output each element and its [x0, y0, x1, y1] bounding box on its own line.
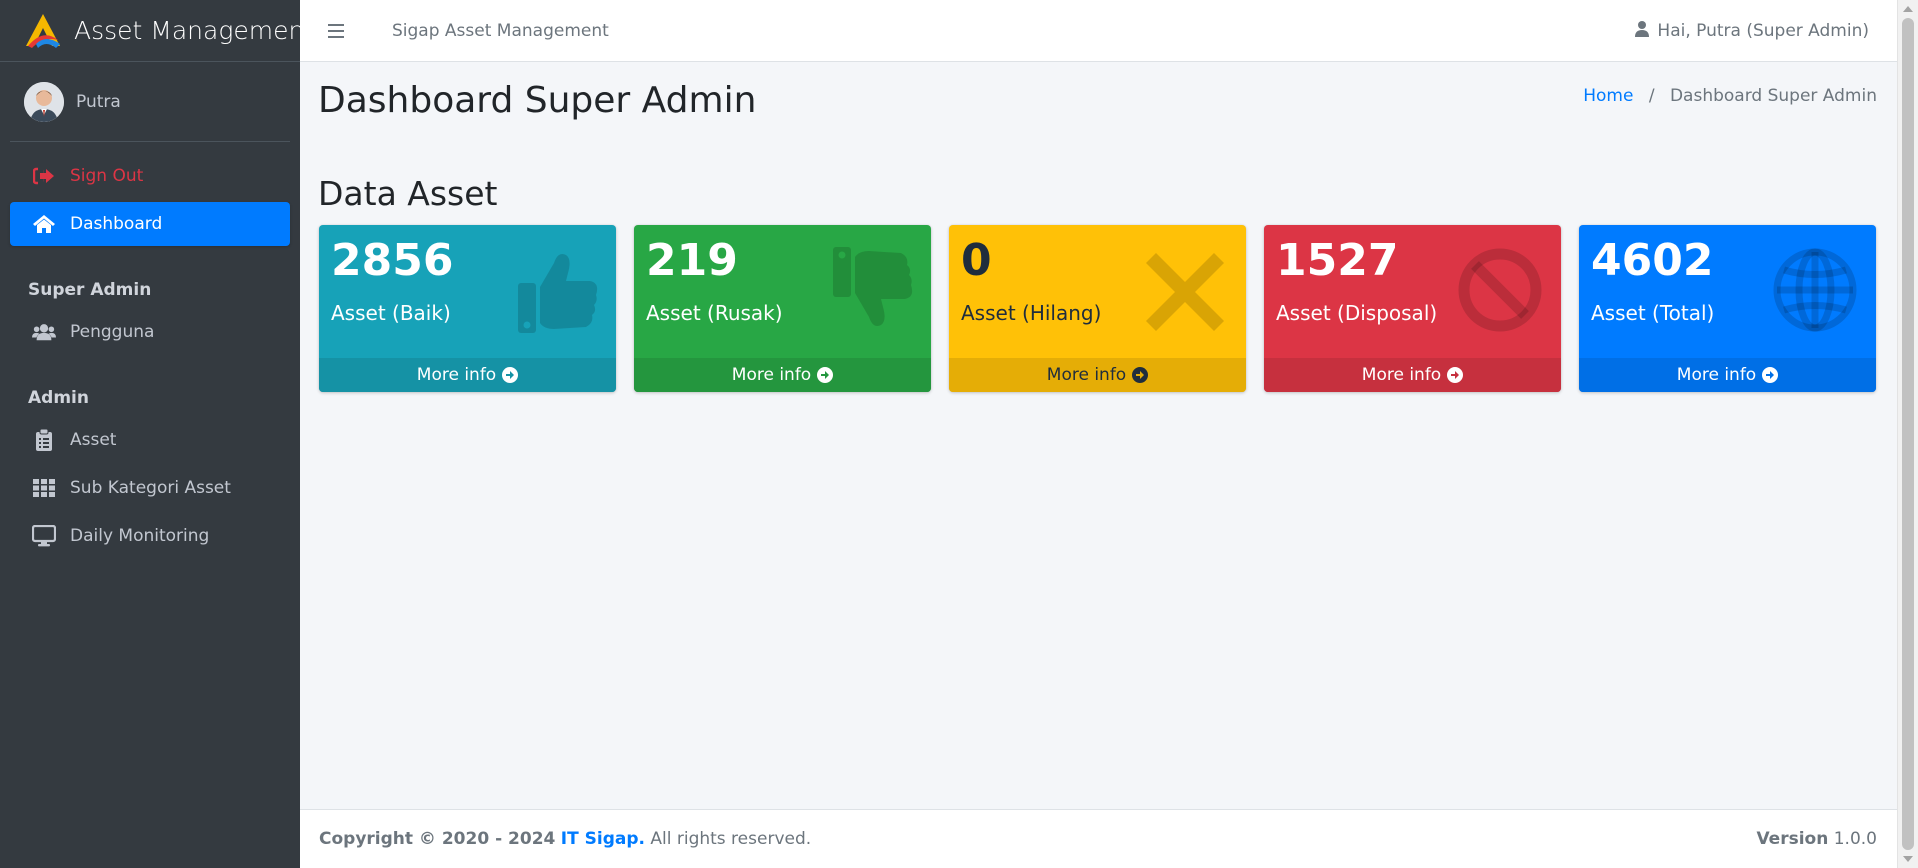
more-info-label: More info [1361, 365, 1442, 385]
sidebar-item-label: Dashboard [70, 214, 163, 234]
stat-label: Asset (Total) [1591, 301, 1715, 325]
footer-rights: All rights reserved. [650, 829, 812, 849]
brand[interactable]: Asset Managemen [0, 0, 300, 62]
sidebar-item-label: Pengguna [70, 322, 155, 342]
brand-logo-icon [26, 13, 60, 48]
more-info-link[interactable]: More info [634, 358, 931, 392]
top-user-label: Hai, Putra (Super Admin) [1657, 21, 1869, 41]
menu-toggle-icon[interactable] [328, 23, 344, 38]
user-icon [1635, 20, 1650, 42]
footer-copyright: Copyright © 2020 - 2024 [319, 829, 556, 849]
section-title: Data Asset [318, 174, 498, 213]
stat-value: 4602 [1591, 235, 1714, 286]
stat-label: Asset (Rusak) [646, 301, 783, 325]
arrow-circle-right-icon [1762, 367, 1779, 383]
sidebar-item-label: Sub Kategori Asset [70, 478, 231, 498]
sidebar-item-sub-kategori-asset[interactable]: Sub Kategori Asset [10, 466, 290, 510]
more-info-link[interactable]: More info [949, 358, 1246, 392]
stat-box-disposal: 1527 Asset (Disposal) More info [1264, 225, 1561, 392]
stat-box-baik: 2856 Asset (Baik) More info [319, 225, 616, 392]
sidebar-header-super-admin: Super Admin [28, 280, 152, 300]
stat-label: Asset (Baik) [331, 301, 451, 325]
scrollbar-thumb[interactable] [1902, 18, 1914, 850]
sidebar: Asset Managemen Putra Sign Out Dashboard… [0, 0, 300, 868]
sidebar-item-daily-monitoring[interactable]: Daily Monitoring [10, 514, 290, 558]
breadcrumb-separator: / [1648, 86, 1655, 106]
top-navbar: Sigap Asset Management Hai, Putra (Super… [300, 0, 1897, 62]
arrow-circle-right-icon [502, 367, 519, 383]
page-title: Dashboard Super Admin [318, 80, 757, 121]
more-info-label: More info [731, 365, 812, 385]
sidebar-item-label: Daily Monitoring [70, 526, 210, 546]
globe-icon [1773, 248, 1857, 332]
top-nav-title[interactable]: Sigap Asset Management [392, 21, 609, 41]
monitor-icon [32, 525, 56, 547]
breadcrumb: Home / Dashboard Super Admin [1583, 86, 1877, 106]
sidebar-item-label: Sign Out [70, 166, 144, 186]
arrow-circle-right-icon [817, 367, 834, 383]
sidebar-item-dashboard[interactable]: Dashboard [10, 202, 290, 246]
user-panel[interactable]: Putra [10, 62, 290, 142]
sidebar-header-admin: Admin [28, 388, 89, 408]
arrow-circle-right-icon [1132, 367, 1149, 383]
stat-label: Asset (Disposal) [1276, 301, 1438, 325]
footer-version-label: Version [1756, 829, 1829, 849]
avatar [24, 81, 64, 122]
scroll-down-icon[interactable] [1903, 856, 1913, 862]
stat-label: Asset (Hilang) [961, 301, 1102, 325]
more-info-label: More info [416, 365, 497, 385]
sidebar-item-pengguna[interactable]: Pengguna [10, 310, 290, 354]
stat-value: 0 [961, 235, 992, 286]
sidebar-item-label: Asset [70, 430, 117, 450]
brand-title: Asset Managemen [74, 16, 300, 45]
breadcrumb-current: Dashboard Super Admin [1669, 86, 1877, 106]
more-info-label: More info [1046, 365, 1127, 385]
sidebar-user-name: Putra [76, 91, 121, 112]
ban-icon [1458, 248, 1542, 332]
times-icon [1146, 253, 1224, 331]
sidebar-nav: Sign Out Dashboard Super Admin Pengguna … [0, 142, 300, 558]
scroll-up-icon[interactable] [1903, 6, 1913, 12]
clipboard-icon [32, 429, 56, 451]
footer: Copyright © 2020 - 2024 IT Sigap. All ri… [300, 809, 1897, 868]
more-info-label: More info [1676, 365, 1757, 385]
more-info-link[interactable]: More info [319, 358, 616, 392]
page-scrollbar[interactable] [1897, 0, 1918, 868]
grid-icon [32, 477, 56, 499]
users-icon [32, 321, 56, 343]
breadcrumb-home-link[interactable]: Home [1583, 86, 1633, 106]
more-info-link[interactable]: More info [1264, 358, 1561, 392]
sign-out-icon [32, 165, 56, 187]
footer-version-number: 1.0.0 [1833, 829, 1877, 849]
stat-value: 219 [646, 235, 738, 286]
footer-version: Version 1.0.0 [1756, 829, 1877, 849]
thumbs-down-icon [833, 247, 913, 326]
stat-box-hilang: 0 Asset (Hilang) More info [949, 225, 1246, 392]
thumbs-up-icon [518, 254, 598, 333]
arrow-circle-right-icon [1447, 367, 1464, 383]
home-icon [32, 213, 56, 235]
sidebar-item-sign-out[interactable]: Sign Out [10, 154, 290, 198]
sidebar-item-asset[interactable]: Asset [10, 418, 290, 462]
stat-value: 1527 [1276, 235, 1399, 286]
footer-link[interactable]: IT Sigap. [561, 829, 645, 849]
top-user-menu[interactable]: Hai, Putra (Super Admin) [1635, 0, 1869, 62]
stat-boxes: 2856 Asset (Baik) More info 219 Asset (R… [319, 225, 1876, 392]
more-info-link[interactable]: More info [1579, 358, 1876, 392]
stat-box-rusak: 219 Asset (Rusak) More info [634, 225, 931, 392]
stat-box-total: 4602 Asset (Total) More info [1579, 225, 1876, 392]
stat-value: 2856 [331, 235, 454, 286]
